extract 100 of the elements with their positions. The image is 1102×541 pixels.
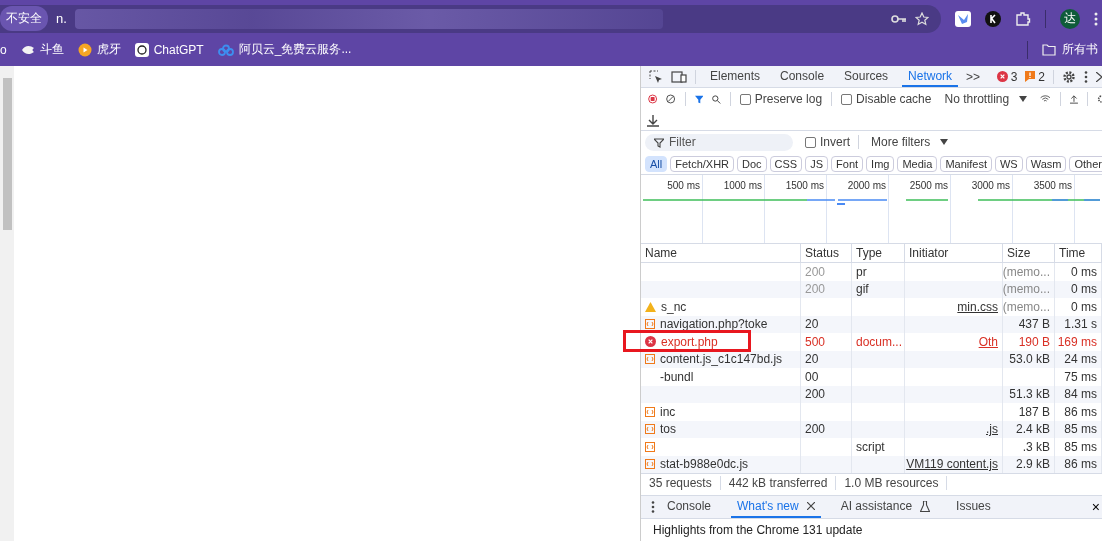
- column-header[interactable]: Size: [1003, 244, 1055, 262]
- bookmark[interactable]: 虎牙: [77, 41, 121, 58]
- status-code: 500: [805, 334, 826, 349]
- security-label[interactable]: 不安全: [0, 6, 48, 31]
- scrollbar[interactable]: [0, 66, 14, 541]
- filter-input[interactable]: Filter: [645, 133, 793, 151]
- request-name: navigation.php?toke: [660, 317, 768, 332]
- caret-icon: [1019, 96, 1028, 102]
- upload-icon[interactable]: [1069, 92, 1078, 106]
- request-row[interactable]: script .3 kB 85 ms: [641, 438, 1102, 456]
- type-filter-chip[interactable]: Wasm: [1025, 155, 1067, 172]
- timeline-tick-label: 3500 ms: [1032, 179, 1073, 191]
- profile-avatar[interactable]: 达: [1060, 8, 1080, 29]
- more-tabs-button[interactable]: >>: [966, 69, 981, 84]
- request-row[interactable]: inc 187 B 86 ms: [641, 403, 1102, 421]
- menu-icon[interactable]: [1094, 11, 1098, 26]
- download-icon[interactable]: [647, 113, 659, 127]
- devtools-tab[interactable]: Sources: [838, 66, 895, 87]
- type-filter-chip[interactable]: Doc: [737, 155, 767, 172]
- devtools-tab[interactable]: Network: [902, 66, 959, 87]
- drawer-tab[interactable]: Console: [661, 496, 718, 518]
- key-icon[interactable]: [891, 12, 907, 25]
- inspect-icon[interactable]: [649, 69, 663, 84]
- initiator-link[interactable]: min.css: [957, 299, 998, 314]
- bookmark[interactable]: 阿贝云_免费云服务...: [217, 41, 352, 58]
- initiator-link[interactable]: .js: [986, 422, 998, 437]
- type-filter-chip[interactable]: JS: [805, 155, 829, 172]
- search-icon[interactable]: [712, 92, 721, 106]
- type-filter-chip[interactable]: Media: [897, 155, 938, 172]
- script-icon: [645, 406, 655, 417]
- bookmark[interactable]: ChatGPT: [134, 42, 204, 57]
- invert-checkbox[interactable]: Invert: [805, 135, 850, 149]
- request-row[interactable]: stat-b988e0dc.js VM119 content.js 2.9 kB 86 ms: [641, 455, 1102, 473]
- type-filter-chip[interactable]: Img: [866, 155, 895, 172]
- close-icon[interactable]: [806, 502, 815, 510]
- device-toolbar-icon[interactable]: [671, 69, 687, 84]
- bird-extension-icon[interactable]: [955, 10, 971, 27]
- column-header[interactable]: Time: [1055, 244, 1102, 262]
- preserve-log-checkbox[interactable]: Preserve log: [739, 92, 823, 106]
- address-bar[interactable]: 不安全 n.: [0, 4, 941, 33]
- request-row[interactable]: navigation.php?toke 20 437 B 1.31 s: [641, 315, 1102, 333]
- status-code: 200: [805, 422, 826, 437]
- type-filter-chip[interactable]: WS: [994, 155, 1023, 172]
- kebab-menu-icon[interactable]: [1084, 70, 1088, 83]
- type-filter-chip[interactable]: All: [645, 155, 668, 172]
- initiator-link[interactable]: Oth: [978, 334, 998, 349]
- column-header[interactable]: Initiator: [905, 244, 1003, 262]
- request-row[interactable]: 200 51.3 kB 84 ms: [641, 385, 1102, 403]
- type-filter-chip[interactable]: Fetch/XHR: [670, 155, 735, 172]
- all-bookmarks[interactable]: 所有书: [1042, 41, 1098, 58]
- bookmark[interactable]: o: [0, 42, 7, 57]
- status-code: 200: [805, 282, 826, 297]
- request-row[interactable]: s_nc min.css (memo... 0 ms: [641, 298, 1102, 316]
- initiator-link[interactable]: VM119 content.js: [906, 457, 998, 472]
- request-size: (memo...: [1003, 264, 1050, 279]
- bookmark[interactable]: 斗鱼: [20, 41, 64, 58]
- summary-text: 442 kB transferred: [720, 476, 837, 490]
- record-stop-icon[interactable]: [648, 92, 658, 106]
- throttling-dropdown[interactable]: No throttling: [940, 92, 1032, 106]
- warning-count[interactable]: 2: [1025, 69, 1045, 84]
- type-filter-chip[interactable]: Manifest: [940, 155, 992, 172]
- type-filter-chip[interactable]: Font: [831, 155, 864, 172]
- request-size: 187 B: [1018, 404, 1050, 419]
- column-header[interactable]: Name: [641, 244, 801, 262]
- request-size: 437 B: [1018, 317, 1050, 332]
- type-filter-chip[interactable]: CSS: [769, 155, 803, 172]
- request-row[interactable]: 200 gif (memo... 0 ms: [641, 280, 1102, 298]
- extensions-icon[interactable]: [1015, 10, 1031, 27]
- request-row[interactable]: tos 200 .js 2.4 kB 85 ms: [641, 420, 1102, 438]
- more-filters-dropdown[interactable]: More filters: [867, 135, 953, 149]
- disable-cache-checkbox[interactable]: Disable cache: [841, 92, 932, 106]
- devtools-tab[interactable]: Console: [774, 66, 831, 87]
- close-drawer-button[interactable]: ×: [1091, 499, 1100, 515]
- script-icon: [645, 459, 655, 470]
- type-filter-chip[interactable]: Other: [1069, 155, 1102, 172]
- play-icon: [77, 42, 92, 57]
- knot-icon: [134, 42, 149, 57]
- request-time: 85 ms: [1064, 422, 1097, 437]
- request-size: 53.0 kB: [1009, 352, 1050, 367]
- devtools-tab[interactable]: Elements: [704, 66, 767, 87]
- request-row[interactable]: export.php 500 docum... Oth 190 B 169 ms: [641, 333, 1102, 351]
- drawer-tab[interactable]: AI assistance: [834, 496, 937, 518]
- clear-icon[interactable]: [666, 92, 676, 106]
- request-row[interactable]: -bundl 00 75 ms: [641, 368, 1102, 386]
- kebab-menu-icon[interactable]: [651, 501, 655, 513]
- request-row[interactable]: 200 pr (memo... 0 ms: [641, 263, 1102, 281]
- k-extension-icon[interactable]: [985, 10, 1001, 27]
- timeline-tick-label: 3000 ms: [970, 179, 1011, 191]
- star-icon[interactable]: [915, 11, 929, 26]
- column-header[interactable]: Status: [801, 244, 852, 262]
- request-time: 1.31 s: [1064, 317, 1097, 332]
- request-row[interactable]: content.js_c1c147bd.js 20 53.0 kB 24 ms: [641, 350, 1102, 368]
- error-count[interactable]: 3: [996, 69, 1018, 84]
- request-time: 0 ms: [1071, 264, 1097, 279]
- drawer-tab[interactable]: What's new: [731, 496, 821, 518]
- close-icon[interactable]: [1096, 71, 1102, 82]
- drawer-tab[interactable]: Issues: [950, 496, 997, 518]
- request-type: gif: [856, 282, 869, 297]
- timeline-tick-label: 2500 ms: [908, 179, 949, 191]
- column-header[interactable]: Type: [852, 244, 905, 262]
